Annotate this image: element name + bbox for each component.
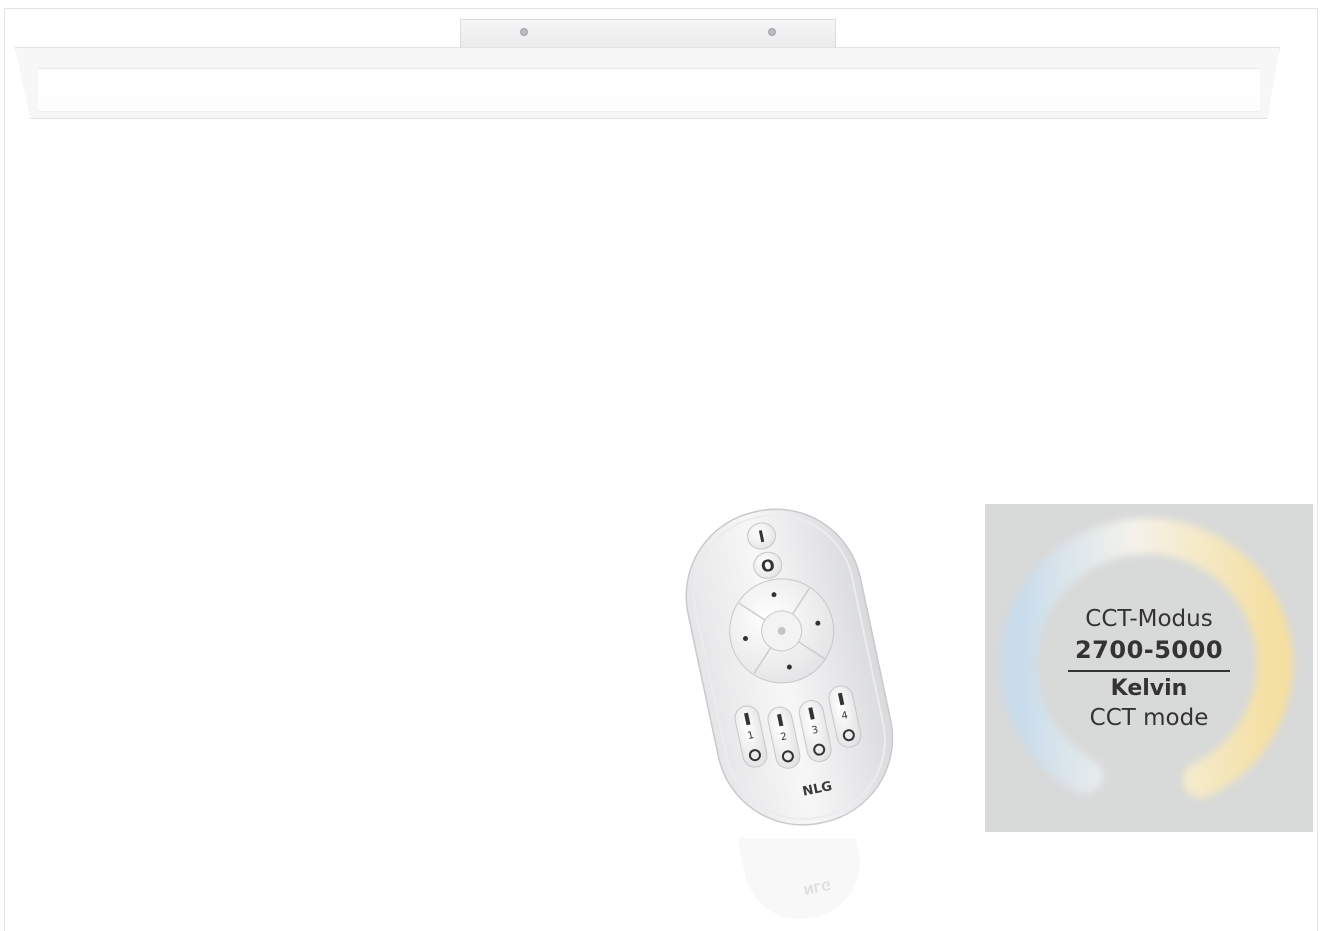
screw-icon [768, 28, 776, 36]
remote-control: I O 1 2 3 4 NLG [685, 508, 894, 826]
color-temperature-ring [1000, 517, 1293, 798]
cct-unit: Kelvin [1110, 676, 1188, 701]
cct-info-card: CCT-Modus 2700-5000 Kelvin CCT mode [985, 504, 1313, 832]
panel-diffuser [38, 68, 1260, 112]
cct-range: 2700-5000 [1074, 636, 1224, 664]
led-panel-light [15, 47, 1280, 119]
remote-reflection: NLG [737, 838, 860, 919]
cct-divider [1068, 670, 1230, 672]
cct-mode: CCT mode [1089, 705, 1209, 731]
cct-title: CCT-Modus [1085, 606, 1213, 632]
screw-icon [520, 28, 528, 36]
